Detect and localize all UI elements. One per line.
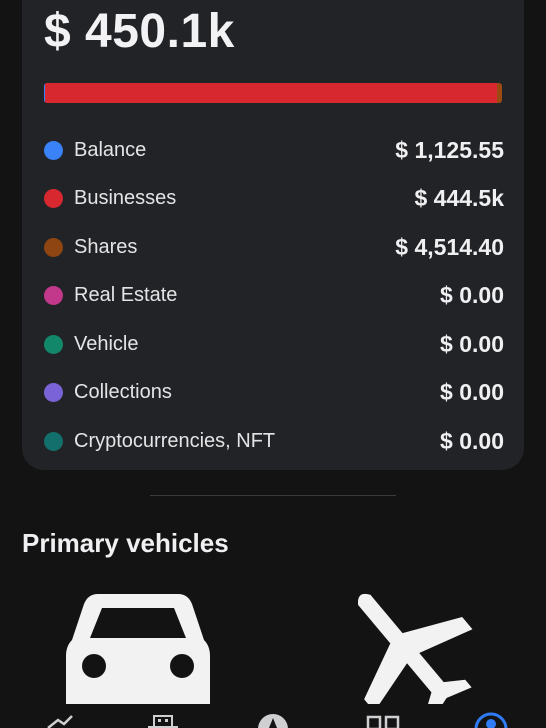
asset-row-value: $ 0.00 (440, 330, 504, 357)
asset-row-value: $ 0.00 (440, 282, 504, 309)
bar-segment-shares (497, 83, 502, 103)
chart-icon[interactable] (44, 714, 74, 728)
asset-row-real-estate[interactable]: Real Estate $ 0.00 (44, 272, 504, 321)
balance-color-dot (44, 140, 63, 160)
car-icon (66, 594, 210, 704)
asset-row-value: $ 1,125.55 (395, 136, 504, 163)
crypto-nft-color-dot (44, 431, 63, 451)
assets-distribution-bar (44, 83, 502, 103)
asset-row-businesses[interactable]: Businesses $ 444.5k (44, 175, 504, 224)
vehicle-color-dot (44, 334, 63, 354)
asset-row-value: $ 0.00 (440, 427, 504, 454)
asset-row-crypto-nft[interactable]: Cryptocurrencies, NFT $ 0.00 (44, 417, 504, 466)
asset-row-label: Vehicle (74, 332, 139, 355)
asset-row-label: Shares (74, 235, 138, 258)
screen: $ 450.1k Balance $ 1,125.55 Businesses $… (0, 0, 546, 728)
asset-category-list: Balance $ 1,125.55 Businesses $ 444.5k S… (44, 126, 504, 466)
primary-vehicle-airplane[interactable] (340, 590, 476, 721)
real-estate-color-dot (44, 286, 63, 306)
collections-color-dot (44, 383, 63, 403)
asset-row-label: Real Estate (74, 284, 178, 307)
asset-row-balance[interactable]: Balance $ 1,125.55 (44, 126, 504, 175)
shares-color-dot (44, 237, 63, 257)
asset-row-label: Cryptocurrencies, NFT (74, 429, 276, 452)
bar-segment-businesses (45, 83, 498, 103)
total-assets-value: $ 450.1k (44, 5, 235, 58)
compass-icon[interactable] (256, 712, 290, 728)
asset-row-label: Balance (74, 138, 147, 161)
asset-row-label: Collections (74, 381, 172, 404)
primary-vehicle-car[interactable] (66, 592, 210, 704)
section-divider (150, 495, 396, 496)
profile-icon[interactable] (474, 712, 508, 728)
primary-vehicles-title: Primary vehicles (22, 528, 229, 558)
bottom-navigation (0, 704, 546, 728)
grid-icon[interactable] (366, 714, 400, 728)
asset-row-value: $ 4,514.40 (395, 233, 504, 260)
asset-row-value: $ 0.00 (440, 379, 504, 406)
asset-row-label: Businesses (74, 187, 177, 210)
businesses-color-dot (44, 189, 63, 209)
asset-row-collections[interactable]: Collections $ 0.00 (44, 369, 504, 418)
airplane-icon (358, 593, 473, 721)
asset-row-shares[interactable]: Shares $ 4,514.40 (44, 223, 504, 272)
building-icon[interactable] (146, 714, 180, 728)
asset-row-value: $ 444.5k (414, 185, 504, 212)
asset-row-vehicle[interactable]: Vehicle $ 0.00 (44, 320, 504, 369)
